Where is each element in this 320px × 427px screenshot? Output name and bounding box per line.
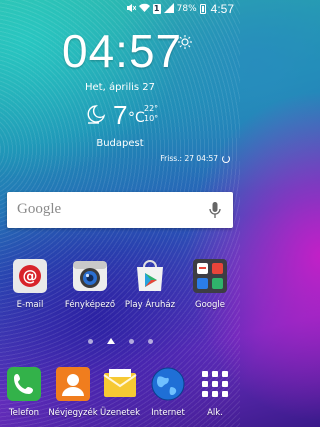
signal-icon bbox=[163, 2, 174, 16]
page-dot[interactable] bbox=[147, 338, 153, 344]
app-email[interactable]: @ E-mail bbox=[0, 257, 60, 310]
temperature-unit: °C bbox=[128, 110, 145, 126]
page-dot[interactable] bbox=[87, 338, 93, 344]
svg-text:@: @ bbox=[23, 267, 38, 285]
apps-grid-icon bbox=[196, 365, 234, 403]
sun-icon[interactable] bbox=[178, 34, 192, 53]
phone-icon bbox=[5, 365, 43, 403]
contacts-icon bbox=[54, 365, 92, 403]
high-low: 22° 10° bbox=[144, 104, 158, 124]
battery-percent: 78% bbox=[176, 4, 197, 14]
moon-cloud-icon bbox=[84, 103, 108, 131]
wifi-icon bbox=[138, 3, 150, 16]
camera-icon bbox=[71, 257, 109, 295]
temperature: 7 bbox=[113, 100, 128, 130]
app-camera[interactable]: Fényképező bbox=[60, 257, 120, 310]
mute-icon bbox=[126, 3, 137, 16]
refresh-text: Friss.: 27 04:57 bbox=[160, 154, 218, 163]
dock-apps[interactable]: Alk. bbox=[185, 365, 245, 418]
refresh-icon[interactable] bbox=[222, 154, 230, 163]
app-label: Google bbox=[195, 300, 225, 310]
mic-icon[interactable] bbox=[209, 201, 221, 223]
app-label: Alk. bbox=[207, 408, 223, 418]
temp-high: 22° bbox=[144, 104, 159, 113]
google-search-bar[interactable]: Google bbox=[7, 192, 233, 228]
refresh-info[interactable]: Friss.: 27 04:57 bbox=[160, 154, 230, 163]
internet-icon bbox=[149, 365, 187, 403]
status-time: 4:57 bbox=[210, 2, 234, 16]
app-label: Fényképező bbox=[64, 300, 116, 310]
page-indicator[interactable] bbox=[0, 338, 240, 344]
temp-low: 10° bbox=[144, 114, 159, 123]
google-folder-icon bbox=[191, 257, 229, 295]
app-play-store[interactable]: Play Áruház bbox=[120, 257, 180, 310]
dock: Telefon Névjegyzék Üzenetek Internet Alk… bbox=[0, 355, 240, 427]
battery-icon bbox=[199, 4, 206, 14]
google-logo: Google bbox=[17, 201, 62, 217]
app-google-folder[interactable]: Google bbox=[180, 257, 240, 310]
page-dot[interactable] bbox=[128, 338, 134, 344]
city-label: Budapest bbox=[96, 138, 144, 149]
sim-icon: 1 bbox=[152, 4, 161, 14]
status-bar[interactable]: 1 78% 4:57 bbox=[0, 0, 240, 18]
clock-time[interactable]: 04:57 bbox=[62, 28, 182, 74]
play-store-icon bbox=[131, 257, 169, 295]
home-page-icon[interactable] bbox=[106, 338, 115, 344]
app-label: E-mail bbox=[16, 300, 44, 310]
email-icon: @ bbox=[11, 257, 49, 295]
app-label: Play Áruház bbox=[124, 300, 176, 310]
date-label: Het, április 27 bbox=[85, 82, 155, 93]
messages-icon bbox=[101, 365, 139, 403]
